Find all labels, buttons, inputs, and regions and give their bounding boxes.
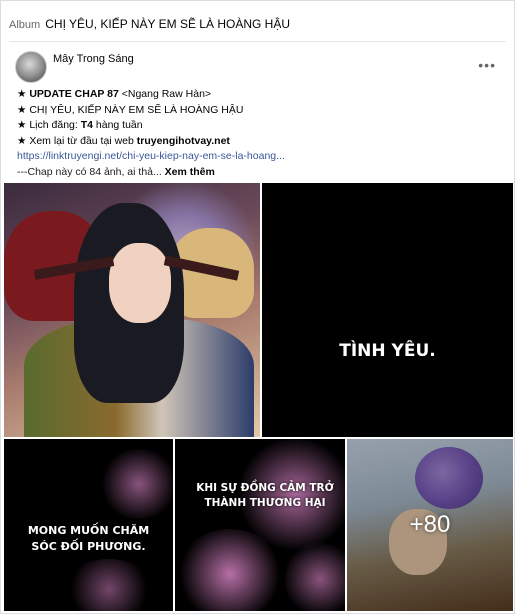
photo-3[interactable]: MONG MUỐN CHĂM SÓC ĐỐI PHƯƠNG. — [4, 439, 173, 611]
update-chap-note: <Ngang Raw Hàn> — [118, 88, 212, 100]
photo-4[interactable]: KHI SỰ ĐỒNG CẢM TRỞ THÀNH THƯƠNG HẠI — [175, 439, 345, 611]
post-line-title: ★ CHỊ YÊU, KIẾP NÀY EM SẼ LÀ HOÀNG HẬU — [17, 103, 244, 116]
pink-glow — [285, 539, 345, 611]
photo-more[interactable]: +80 — [347, 439, 513, 611]
divider — [9, 41, 506, 42]
update-chap-label: UPDATE CHAP 87 — [29, 88, 119, 100]
photo-grid: TÌNH YÊU. MONG MUỐN CHĂM SÓC ĐỐI PHƯƠNG.… — [4, 183, 513, 611]
author-avatar[interactable] — [15, 51, 47, 83]
website-name: truyengihotvay.net — [136, 134, 230, 147]
post-line-summary: ---Chap này có 84 ảnh, ai thả... Xem thê… — [17, 165, 504, 181]
more-photos-count: +80 — [409, 511, 451, 538]
pink-glow — [175, 529, 285, 611]
photo-2-caption: TÌNH YÊU. — [339, 341, 436, 361]
pink-glow — [99, 449, 173, 519]
summary-text: ---Chap này có 84 ảnh, ai thả... — [17, 165, 165, 178]
post-line-schedule: ★ Lịch đăng: T4 hàng tuần — [17, 118, 504, 134]
schedule-rest: hàng tuần — [92, 119, 143, 131]
post-line-update: ★ UPDATE CHAP 87 <Ngang Raw Hàn> — [17, 87, 504, 103]
post-card: Album CHỊ YÊU, KIẾP NÀY EM SẼ LÀ HOÀNG H… — [0, 0, 515, 614]
pink-glow — [64, 559, 154, 611]
photo-3-caption: MONG MUỐN CHĂM SÓC ĐỐI PHƯƠNG. — [27, 524, 150, 553]
more-options-icon[interactable]: ••• — [478, 57, 496, 73]
star-icon: ★ — [17, 88, 30, 100]
see-more-link[interactable]: Xem thêm — [165, 166, 215, 178]
post-link[interactable]: https://linktruyengi.net/chi-yeu-kiep-na… — [17, 150, 285, 162]
album-title-link[interactable]: CHỊ YÊU, KIẾP NÀY EM SẼ LÀ HOÀNG HẬU — [45, 17, 290, 31]
website-label: ★ Xem lại từ đầu tại web — [17, 134, 137, 147]
photo-4-caption: KHI SỰ ĐỒNG CẢM TRỞ THÀNH THƯƠNG HẠI — [196, 482, 334, 509]
author-name[interactable]: Mây Trong Sáng — [53, 53, 134, 65]
queen-face — [109, 243, 171, 323]
photo-cover[interactable] — [4, 183, 260, 437]
post-line-website: ★ Xem lại từ đầu tại web truyengihotvay.… — [17, 134, 504, 150]
album-header: Album CHỊ YÊU, KIẾP NÀY EM SẼ LÀ HOÀNG H… — [9, 17, 290, 31]
album-prefix: Album — [9, 19, 41, 31]
post-text: ★ UPDATE CHAP 87 <Ngang Raw Hàn> ★ CHỊ Y… — [17, 87, 504, 180]
schedule-label: ★ Lịch đăng: — [17, 119, 81, 131]
photo-2[interactable]: TÌNH YÊU. — [262, 183, 513, 437]
schedule-day: T4 — [80, 119, 93, 131]
